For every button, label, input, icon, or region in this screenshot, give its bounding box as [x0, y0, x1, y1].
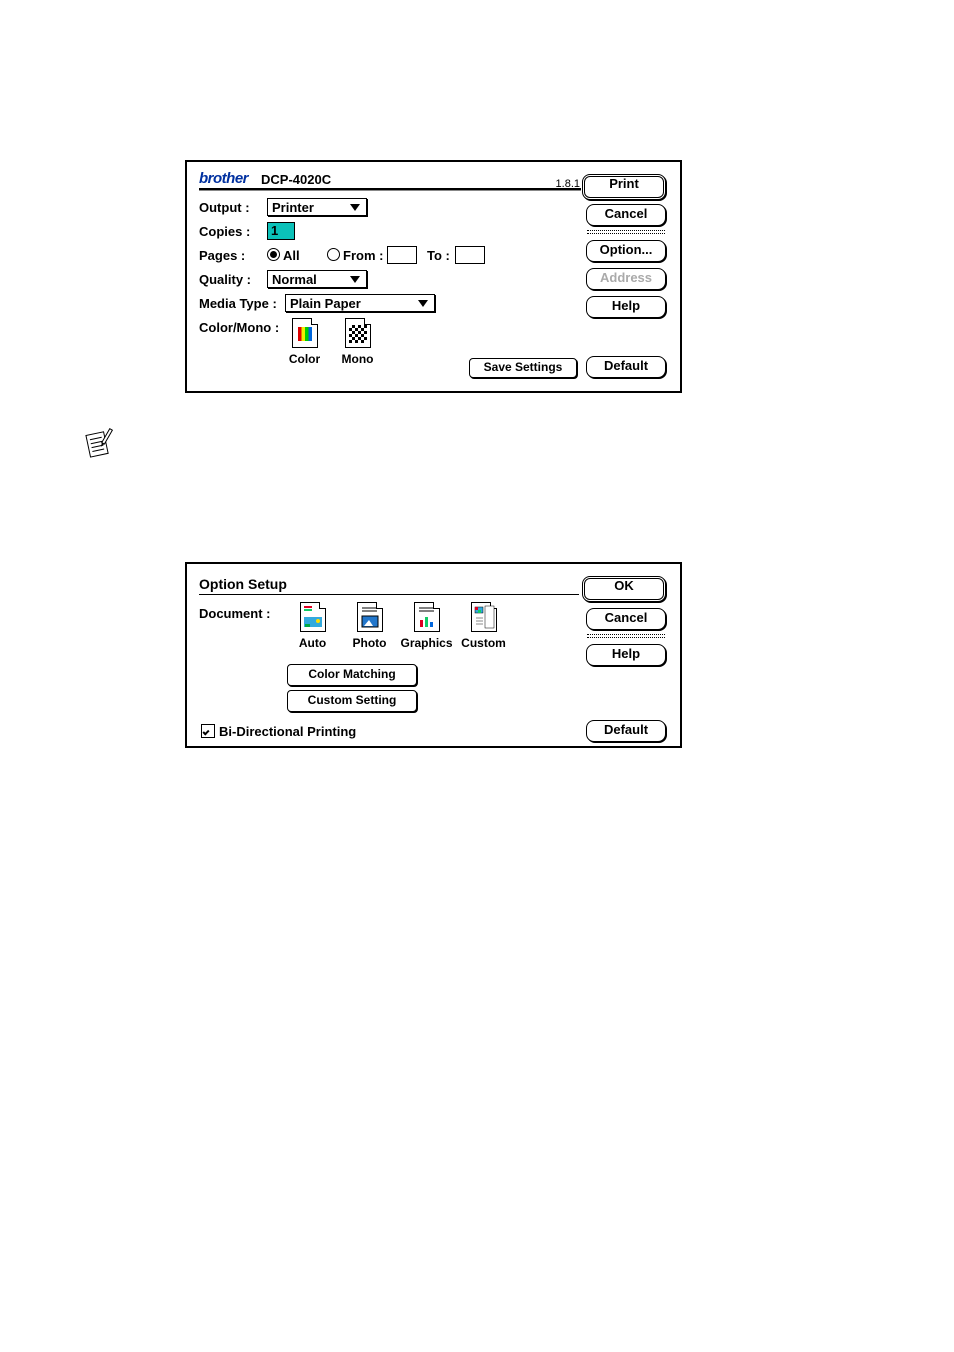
media-value: Plain Paper — [290, 296, 361, 311]
graphics-doc-icon — [414, 602, 440, 632]
media-select[interactable]: Plain Paper — [285, 294, 435, 312]
chevron-down-icon — [418, 300, 428, 307]
print-button[interactable]: Print — [582, 174, 666, 200]
copies-label: Copies : — [199, 224, 250, 239]
default-button[interactable]: Default — [586, 356, 666, 378]
mono-page-icon — [345, 318, 371, 348]
cancel-button[interactable]: Cancel — [586, 204, 666, 226]
pages-from-input[interactable] — [387, 246, 417, 264]
quality-select[interactable]: Normal — [267, 270, 367, 288]
pages-all-radio[interactable]: All — [267, 248, 300, 263]
media-label: Media Type : — [199, 296, 277, 311]
custom-caption: Custom — [456, 636, 511, 650]
auto-caption: Auto — [285, 636, 340, 650]
brother-logo: brother — [199, 170, 248, 187]
separator — [587, 230, 665, 234]
color-matching-button[interactable]: Color Matching — [287, 664, 417, 686]
doc-custom-button[interactable]: Custom — [456, 602, 511, 650]
help-button[interactable]: Help — [586, 644, 666, 666]
printer-model: DCP-4020C — [261, 172, 331, 187]
output-value: Printer — [272, 200, 314, 215]
pages-to-input[interactable] — [455, 246, 485, 264]
quality-label: Quality : — [199, 272, 251, 287]
option-setup-title: Option Setup — [199, 576, 287, 592]
note-icon — [82, 427, 116, 461]
quality-value: Normal — [272, 272, 317, 287]
photo-caption: Photo — [342, 636, 397, 650]
save-settings-button[interactable]: Save Settings — [469, 358, 577, 378]
custom-doc-icon — [471, 602, 497, 632]
pages-from-radio[interactable]: From : — [327, 248, 383, 263]
address-button[interactable]: Address — [586, 268, 666, 290]
graphics-caption: Graphics — [399, 636, 454, 650]
doc-auto-button[interactable]: Auto — [285, 602, 340, 650]
color-caption: Color — [282, 352, 327, 366]
document-label: Document : — [199, 606, 271, 621]
header-rule — [199, 188, 581, 191]
radio-icon — [327, 248, 340, 261]
output-select[interactable]: Printer — [267, 198, 367, 216]
color-page-icon — [292, 318, 318, 348]
doc-photo-button[interactable]: Photo — [342, 602, 397, 650]
option-setup-dialog: Option Setup Document : Auto — [185, 562, 682, 748]
title-rule — [199, 594, 579, 595]
bidirectional-checkbox[interactable]: Bi-Directional Printing — [201, 724, 356, 739]
separator — [587, 634, 665, 638]
mono-mode-button[interactable]: Mono — [335, 318, 380, 366]
pages-to-label: To : — [427, 248, 450, 263]
chevron-down-icon — [350, 204, 360, 211]
option-button[interactable]: Option... — [586, 240, 666, 262]
colormono-label: Color/Mono : — [199, 320, 279, 335]
custom-setting-button[interactable]: Custom Setting — [287, 690, 417, 712]
doc-graphics-button[interactable]: Graphics — [399, 602, 454, 650]
auto-doc-icon — [300, 602, 326, 632]
color-mode-button[interactable]: Color — [282, 318, 327, 366]
print-dialog: brother DCP-4020C 1.8.1 Output : Copies … — [185, 160, 682, 393]
mono-caption: Mono — [335, 352, 380, 366]
output-label: Output : — [199, 200, 250, 215]
default-button[interactable]: Default — [586, 720, 666, 742]
chevron-down-icon — [350, 276, 360, 283]
radio-icon — [267, 248, 280, 261]
copies-value: 1 — [271, 223, 278, 238]
photo-doc-icon — [357, 602, 383, 632]
help-button[interactable]: Help — [586, 296, 666, 318]
pages-label: Pages : — [199, 248, 245, 263]
ok-button[interactable]: OK — [582, 576, 666, 602]
checkbox-icon — [201, 724, 215, 738]
copies-input[interactable]: 1 — [267, 222, 295, 240]
cancel-button[interactable]: Cancel — [586, 608, 666, 630]
